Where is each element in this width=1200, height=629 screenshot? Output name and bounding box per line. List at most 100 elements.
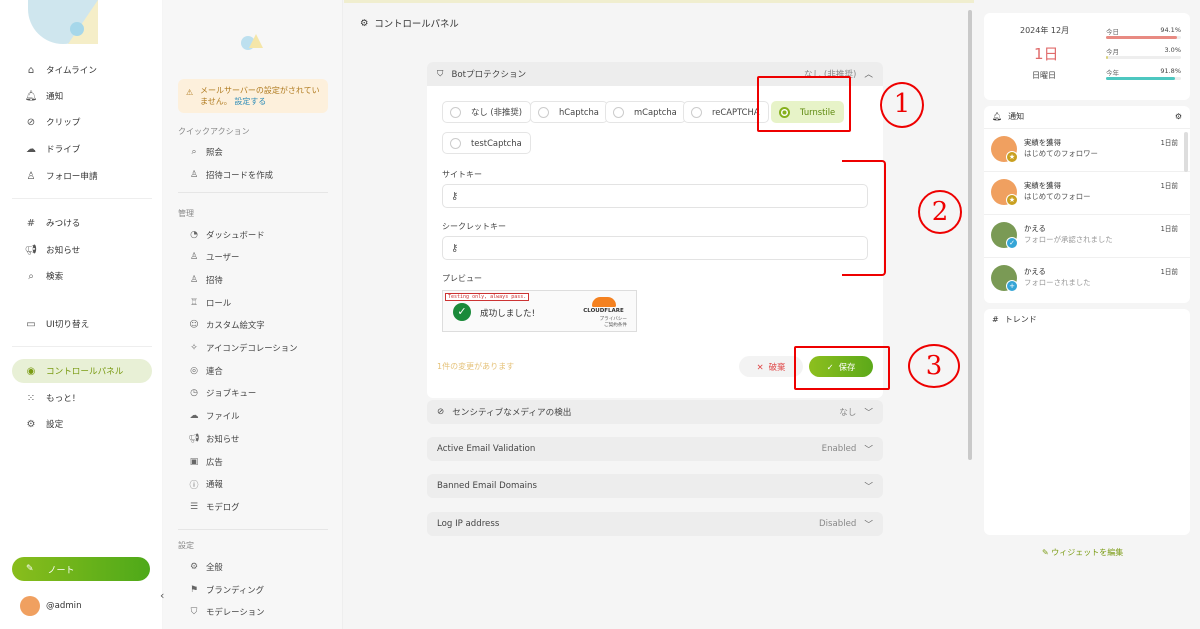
section-title-settings: 設定: [178, 541, 194, 550]
sidebar-item-announcements[interactable]: 📢︎ お知らせ: [12, 238, 152, 262]
instance-icon[interactable]: [70, 22, 84, 36]
sidebar-item-label: みつける: [46, 219, 81, 229]
sidebar-item-explore[interactable]: # みつける: [12, 211, 152, 235]
admin-item-branding[interactable]: ⚑ ブランディング: [188, 582, 264, 598]
sidebar-item-notifications[interactable]: 🔔︎ 通知: [12, 84, 152, 108]
emoji-icon: ☺: [189, 320, 199, 330]
paperclip-icon: ⊘: [26, 116, 36, 128]
notifications-scrollbar[interactable]: [1184, 132, 1188, 172]
banned-email-domains-row[interactable]: Banned Email Domains ﹀: [427, 474, 883, 498]
captcha-option-hcaptcha[interactable]: hCaptcha: [530, 101, 608, 123]
captcha-option-recaptcha[interactable]: reCAPTCHA: [683, 101, 769, 123]
site-key-input[interactable]: ⚷: [442, 184, 868, 208]
bell-icon: 🔔︎: [992, 112, 1003, 121]
radio-icon: [613, 106, 624, 118]
admin-item-moderation[interactable]: ⛉ モデレーション: [188, 604, 265, 620]
admin-item-users[interactable]: ♙ ユーザー: [188, 249, 239, 265]
notification-item[interactable]: + かえる フォローされました 1日前: [984, 257, 1190, 300]
notification-item[interactable]: ★ 実績を獲得 はじめてのフォロワー 1日前: [984, 128, 1190, 171]
gauge-icon: ◉: [26, 365, 36, 377]
privacy-link[interactable]: プライバシー: [600, 317, 627, 322]
chevron-down-icon: ﹀: [864, 482, 873, 492]
admin-item-reports[interactable]: ⓘ 通報: [188, 476, 222, 492]
admin-item-avatar-decorations[interactable]: ✧ アイコンデコレーション: [188, 340, 297, 356]
admin-item-custom-emoji[interactable]: ☺ カスタム絵文字: [188, 317, 264, 333]
admin-item-lookup[interactable]: ⌕ 照会: [188, 144, 222, 160]
main-scrollbar[interactable]: [968, 10, 972, 460]
note-button[interactable]: ✎ ノート: [12, 557, 150, 581]
admin-item-moderation-log[interactable]: ☰ モデログ: [188, 499, 240, 515]
megaphone-icon: 📢︎: [24, 244, 38, 256]
admin-item-dashboard[interactable]: ◔ ダッシュボード: [188, 227, 265, 243]
captcha-option-testcaptcha[interactable]: testCaptcha: [442, 132, 531, 154]
sidebar-item-label: 設定: [46, 420, 64, 430]
check-icon: ✓: [1006, 237, 1018, 249]
key-icon: ⚷: [451, 242, 459, 254]
annotation-box-save: [794, 346, 890, 390]
radio-icon: [450, 106, 461, 118]
admin-item-ads[interactable]: ▣ 広告: [188, 454, 223, 470]
sidebar-item-drive[interactable]: ☁ ドライブ: [12, 137, 152, 161]
note-button-label: ノート: [47, 565, 75, 576]
sidebar-item-label: UI切り替え: [46, 320, 90, 330]
admin-menu: ⚠ メールサーバーの設定がされていません。 設定する クイックアクション ⌕ 照会 …: [163, 0, 343, 629]
turnstile-preview[interactable]: Testing only, always pass. ✓ 成功しました! CLO…: [442, 290, 637, 332]
chevron-down-icon: ﹀: [864, 408, 873, 418]
captcha-option-none[interactable]: なし (非推奨): [442, 101, 532, 123]
admin-item-files[interactable]: ☁ ファイル: [188, 408, 240, 424]
sidebar-item-ui-switch[interactable]: ▭ UI切り替え: [12, 312, 152, 336]
ad-icon: ▣: [189, 457, 199, 467]
pencil-icon: ✎: [1042, 548, 1049, 557]
sidebar-item-more[interactable]: ⁙ もっと！: [12, 386, 152, 410]
chevron-down-icon: ﹀: [864, 520, 873, 530]
main-content: ⚙ コントロールパネル ⛉ Botプロテクション なし (非推奨) ︿ なし (非推…: [344, 0, 974, 629]
sensitive-media-detection-row[interactable]: ⊘ センシティブなメディアの検出 なし ﹀: [427, 400, 883, 424]
admin-item-job-queue[interactable]: ◷ ジョブキュー: [188, 385, 256, 401]
page-title: ⚙ コントロールパネル: [360, 17, 459, 31]
account-menu[interactable]: @admin: [20, 596, 82, 616]
sidebar-item-clips[interactable]: ⊘ クリップ: [12, 110, 152, 134]
user-plus-icon: ♙: [189, 170, 199, 180]
close-icon: ✕: [756, 361, 764, 372]
log-ip-address-row[interactable]: Log IP address Disabled ﹀: [427, 512, 883, 536]
sidebar-item-label: コントロールパネル: [46, 367, 124, 377]
captcha-option-mcaptcha[interactable]: mCaptcha: [605, 101, 686, 123]
progress-fill: [1106, 56, 1109, 59]
instance-icon: [241, 34, 263, 50]
sidebar-item-control-panel[interactable]: ◉ コントロールパネル: [12, 359, 152, 383]
gear-icon[interactable]: ⚙: [1175, 112, 1182, 121]
terms-link[interactable]: ご契約条件: [604, 323, 627, 328]
sidebar-item-search[interactable]: ⌕ 検索: [12, 264, 152, 288]
search-icon: ⌕: [191, 147, 197, 157]
testing-note: Testing only, always pass.: [445, 293, 530, 301]
notification-item[interactable]: ✓ かえる フォローが承認されました 1日前: [984, 214, 1190, 257]
paint-icon: ⚑: [189, 585, 199, 595]
device-icon: ▭: [26, 318, 36, 330]
sidebar-item-follow-requests[interactable]: ♙ フォロー申請: [12, 164, 152, 188]
sidebar-item-settings[interactable]: ⚙ 設定: [12, 412, 152, 436]
admin-item-roles[interactable]: ♖ ロール: [188, 295, 231, 311]
notification-item[interactable]: ★ 実績を獲得 はじめてのフォロー 1日前: [984, 171, 1190, 214]
sparkle-icon: ✧: [190, 343, 198, 353]
admin-item-announcements[interactable]: 📢︎ お知らせ: [188, 431, 239, 447]
sidebar-item-label: 通知: [46, 92, 64, 102]
annotation-number-1: 1: [880, 82, 924, 128]
mail-server-warning: ⚠ メールサーバーの設定がされていません。 設定する: [178, 79, 328, 113]
admin-item-create-invite[interactable]: ♙ 招待コードを作成: [188, 167, 273, 183]
mail-settings-link[interactable]: 設定する: [234, 97, 266, 106]
calendar-day: 1日: [1034, 45, 1059, 63]
hash-icon: #: [992, 315, 999, 324]
megaphone-icon: 📢︎: [188, 434, 200, 444]
chevron-left-icon[interactable]: ‹: [160, 589, 164, 602]
medal-icon: ★: [1006, 194, 1018, 206]
admin-item-general[interactable]: ⚙ 全般: [188, 559, 223, 575]
turnstile-success: 成功しました!: [480, 309, 536, 319]
secret-key-input[interactable]: ⚷: [442, 236, 868, 260]
active-email-validation-row[interactable]: Active Email Validation Enabled ﹀: [427, 437, 883, 461]
admin-item-federation[interactable]: ◎ 連合: [188, 363, 223, 379]
admin-item-invites[interactable]: ♙ 招待: [188, 272, 223, 288]
sidebar-item-timeline[interactable]: ⌂ タイムライン: [12, 58, 152, 82]
edit-widgets-button[interactable]: ✎ ウィジェットを編集: [1042, 547, 1123, 558]
shield-icon: ⛉: [437, 69, 444, 79]
warning-icon: ⚠: [186, 88, 194, 97]
